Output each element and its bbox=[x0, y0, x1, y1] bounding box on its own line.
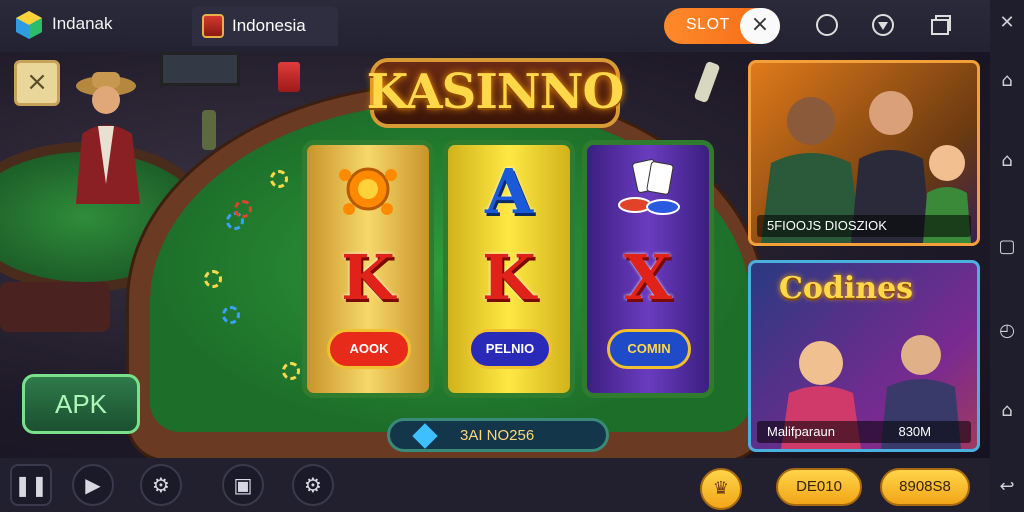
bottom-bar: ❚❚ ▶ ⚙ ▣ ⚙ ♛ DE010 8908S8 bbox=[0, 458, 990, 512]
trophy-icon[interactable]: ♛ bbox=[700, 468, 742, 510]
close-icon[interactable]: × bbox=[740, 8, 780, 44]
bet-info-label: 3AI NO256 bbox=[460, 427, 535, 444]
app-logo-icon[interactable] bbox=[14, 10, 44, 40]
background-monitor bbox=[160, 52, 240, 86]
save-icon[interactable]: ▣ bbox=[222, 464, 264, 506]
close-window-icon[interactable]: ✕ bbox=[990, 8, 1024, 38]
playing-cards-chips-icon bbox=[618, 159, 680, 215]
reel-2[interactable]: A K PELNIO bbox=[443, 140, 575, 398]
reel-badge: PELNIO bbox=[468, 329, 552, 369]
bottle bbox=[202, 110, 216, 150]
reel-badge: COMIN bbox=[607, 329, 691, 369]
reel-symbol: K bbox=[482, 241, 536, 314]
game-area[interactable]: × KASINNO K AOOK A K PELNIO X COMIN 3AI … bbox=[0, 52, 990, 458]
exit-button[interactable]: × bbox=[14, 60, 60, 106]
reel-symbol: K bbox=[341, 241, 395, 314]
settings-icon[interactable]: ⚙ bbox=[140, 464, 182, 506]
balance-pill-right[interactable]: 8908S8 bbox=[880, 468, 970, 506]
badge-label: PELNIO bbox=[485, 341, 535, 356]
home-icon[interactable]: ⌂ bbox=[990, 396, 1024, 426]
top-bar: Indanak Indonesia SLOT × bbox=[0, 0, 990, 52]
square-icon[interactable]: ▢ bbox=[990, 232, 1024, 262]
gem-icon bbox=[412, 423, 438, 449]
game-tab-icon bbox=[202, 14, 224, 38]
badge-label: COMIN bbox=[627, 341, 671, 356]
back-icon[interactable]: ↩ bbox=[990, 472, 1024, 502]
compass-icon[interactable] bbox=[814, 12, 840, 38]
reel-symbol: A bbox=[484, 155, 534, 228]
dealer-figure bbox=[76, 72, 140, 204]
reel-badge: AOOK bbox=[327, 329, 411, 369]
gear-icon[interactable]: ⚙ bbox=[292, 464, 334, 506]
chip-icon bbox=[270, 170, 288, 188]
pause-icon[interactable]: ❚❚ bbox=[10, 464, 52, 506]
reel-1[interactable]: K AOOK bbox=[302, 140, 434, 398]
card-caption: Malifparaun 830M bbox=[757, 421, 971, 443]
rotate-icon[interactable]: ◴ bbox=[990, 316, 1024, 346]
tab-indonesia[interactable]: Indonesia bbox=[192, 6, 338, 46]
home-icon[interactable]: ⌂ bbox=[990, 146, 1024, 176]
system-nav: ✕ ⌂ ⌂ ▢ ◴ ⌂ ↩ bbox=[990, 0, 1024, 512]
game-title: KASINNO bbox=[366, 64, 625, 120]
card-caption-left: Malifparaun bbox=[767, 424, 835, 439]
apk-button[interactable]: APK bbox=[22, 374, 140, 434]
app-name: Indanak bbox=[52, 14, 113, 33]
home-icon[interactable]: ⌂ bbox=[990, 66, 1024, 96]
bet-info-bar[interactable]: 3AI NO256 bbox=[387, 418, 609, 452]
promo-card-1[interactable]: 5FIOOJS DIOSZIOK bbox=[748, 60, 980, 246]
slot-button[interactable]: SLOT × bbox=[664, 8, 780, 44]
game-title-logo: KASINNO bbox=[360, 52, 630, 134]
balance-pill-left[interactable]: DE010 bbox=[776, 468, 862, 506]
cup bbox=[278, 62, 300, 92]
location-icon[interactable] bbox=[870, 12, 896, 38]
background-stool bbox=[0, 282, 110, 332]
card-caption: 5FIOOJS DIOSZIOK bbox=[757, 215, 971, 237]
reel-3[interactable]: X COMIN bbox=[582, 140, 714, 398]
chip-icon bbox=[234, 200, 252, 218]
chip-icon bbox=[282, 362, 300, 380]
card-title: Codines bbox=[779, 271, 914, 306]
promo-card-2[interactable]: Codines Malifparaun 830M bbox=[748, 260, 980, 452]
card-caption-right: 830M bbox=[898, 424, 931, 439]
play-icon[interactable]: ▶ bbox=[72, 464, 114, 506]
tab-label: Indonesia bbox=[232, 16, 306, 35]
badge-label: AOOK bbox=[349, 341, 389, 356]
multi-window-icon[interactable] bbox=[928, 12, 954, 38]
chip-icon bbox=[222, 306, 240, 324]
bottle bbox=[693, 60, 721, 104]
reel-symbol: X bbox=[623, 241, 673, 314]
chip-icon bbox=[204, 270, 222, 288]
slot-label: SLOT bbox=[686, 16, 730, 33]
sun-symbol-icon bbox=[339, 167, 397, 215]
